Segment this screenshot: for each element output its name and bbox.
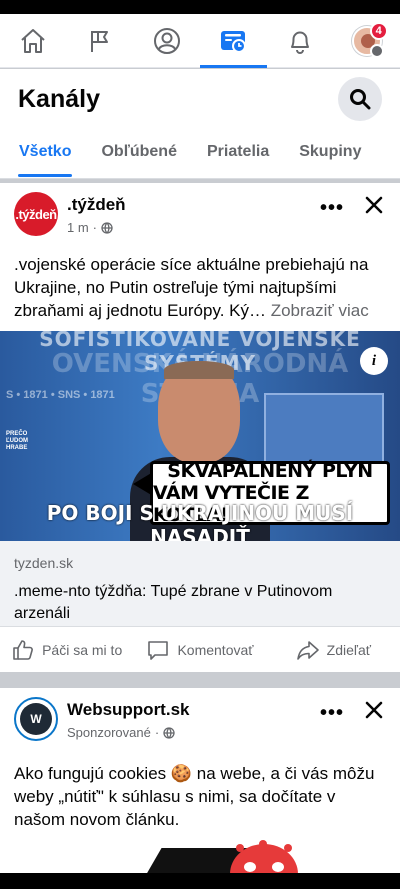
post-meta: Sponzorované · bbox=[67, 725, 175, 740]
page-avatar[interactable]: W bbox=[14, 697, 58, 741]
nav-home[interactable] bbox=[0, 14, 67, 67]
page-name[interactable]: .týždeň bbox=[67, 195, 126, 215]
tab-all[interactable]: Všetko bbox=[10, 135, 80, 177]
post-time[interactable]: 1 m bbox=[67, 220, 89, 235]
nav-notifications[interactable] bbox=[267, 14, 334, 67]
cookie-emoji: 🍪 bbox=[170, 764, 193, 783]
image-bottom-text: PO BOJI S UKRAJINOU MUSÍ NASADIŤ bbox=[46, 501, 354, 541]
notification-badge: 4 bbox=[369, 21, 388, 40]
menu-icon bbox=[369, 43, 384, 58]
search-icon bbox=[350, 89, 371, 110]
top-navigation: 4 bbox=[0, 14, 400, 68]
page-name[interactable]: Websupport.sk bbox=[67, 700, 189, 720]
image-side-text: S • 1871 • SNS • 1871 bbox=[6, 389, 115, 401]
like-button[interactable]: Páči sa mi to bbox=[0, 638, 133, 662]
profile-icon bbox=[153, 27, 180, 54]
post-text: .vojenské operácie síce aktuálne prebieh… bbox=[14, 255, 369, 320]
close-icon[interactable] bbox=[362, 193, 386, 217]
nav-profile[interactable] bbox=[133, 14, 200, 67]
share-icon bbox=[296, 640, 319, 660]
comment-icon bbox=[148, 640, 169, 660]
home-icon bbox=[21, 28, 46, 53]
info-icon[interactable]: i bbox=[360, 347, 388, 375]
sponsored-label[interactable]: Sponzorované bbox=[67, 725, 151, 740]
link-preview-image[interactable]: SOFISTIKOVANÉ VOJENSKÉ SYSTÉMY OVENSKÁ N… bbox=[0, 331, 400, 541]
more-options-button[interactable]: ••• bbox=[320, 702, 344, 725]
thumbs-up-icon bbox=[13, 639, 34, 660]
feeds-header: Kanály Všetko Obľúbené Priatelia Skupiny bbox=[0, 69, 400, 179]
globe-icon bbox=[163, 726, 175, 739]
feed-post-sponsored: W Websupport.sk Sponzorované · ••• Ako f… bbox=[0, 688, 400, 880]
post-meta: 1 m · bbox=[67, 220, 113, 235]
nav-feeds[interactable] bbox=[200, 14, 267, 68]
link-domain: tyzden.sk bbox=[14, 555, 74, 571]
share-button[interactable]: Zdieľať bbox=[267, 638, 400, 662]
feeds-icon bbox=[221, 30, 247, 53]
more-options-button[interactable]: ••• bbox=[320, 197, 344, 220]
websupport-logo: W bbox=[20, 703, 52, 735]
post-header: .týždeň .týždeň 1 m · ••• bbox=[0, 183, 400, 243]
status-bar bbox=[0, 0, 400, 14]
post-header: W Websupport.sk Sponzorované · ••• bbox=[0, 688, 400, 748]
tab-friends[interactable]: Priatelia bbox=[198, 135, 278, 175]
post-actions: Páči sa mi to Komentovať Zdieľať bbox=[0, 627, 400, 672]
system-bottom-bar bbox=[0, 873, 400, 889]
nav-pages[interactable] bbox=[67, 14, 134, 67]
avatar: 4 bbox=[351, 21, 388, 58]
page-avatar[interactable]: .týždeň bbox=[14, 192, 58, 236]
image-small-text: PREČO ĽUDOM HRABE bbox=[6, 431, 28, 451]
post-text: Ako fungujú cookies 🍪 na webe, a či vás … bbox=[14, 764, 375, 829]
close-icon[interactable] bbox=[362, 698, 386, 722]
link-preview-footer[interactable]: tyzden.sk .meme-nto týždňa: Tupé zbrane … bbox=[0, 541, 400, 627]
feed-filter-tabs: Všetko Obľúbené Priatelia Skupiny bbox=[0, 135, 400, 177]
tab-groups[interactable]: Skupiny bbox=[290, 135, 370, 175]
nav-menu[interactable]: 4 bbox=[333, 14, 400, 67]
globe-icon bbox=[101, 221, 113, 234]
comment-button[interactable]: Komentovať bbox=[133, 638, 266, 662]
feed-post: .týždeň .týždeň 1 m · ••• .vojenské oper… bbox=[0, 183, 400, 672]
tab-favorites[interactable]: Obľúbené bbox=[92, 135, 186, 175]
link-title: .meme-nto týždňa: Tupé zbrane v Putinovo… bbox=[14, 583, 333, 622]
search-button[interactable] bbox=[338, 77, 382, 121]
bell-icon bbox=[291, 31, 310, 54]
image-banner-top: SOFISTIKOVANÉ VOJENSKÉ SYSTÉMY bbox=[39, 331, 361, 375]
flag-icon bbox=[91, 30, 108, 52]
page-title: Kanály bbox=[18, 85, 100, 113]
see-more-link[interactable]: Zobraziť viac bbox=[271, 301, 369, 320]
